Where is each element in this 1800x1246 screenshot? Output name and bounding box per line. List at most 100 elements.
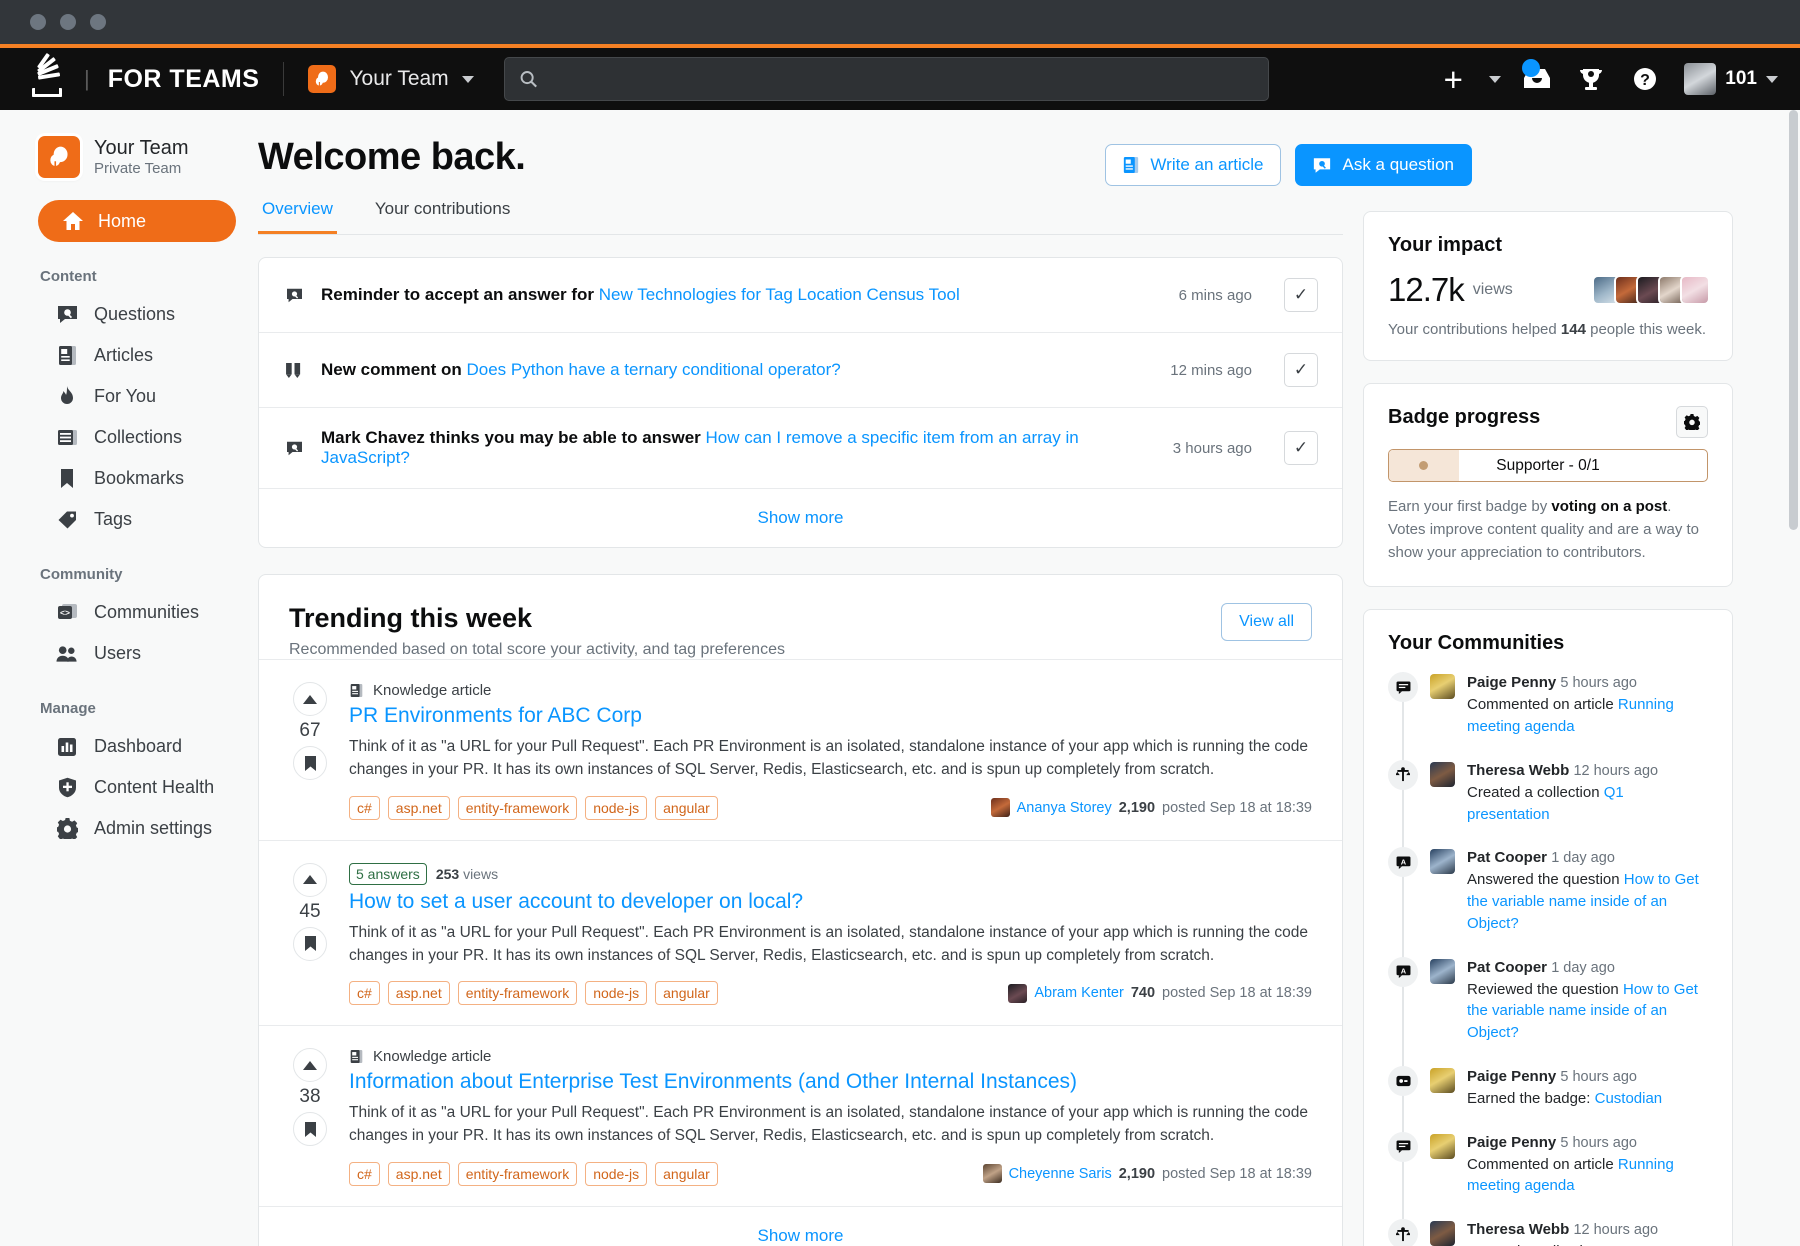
feed-author: Pat Cooper bbox=[1467, 959, 1547, 976]
sidebar-team-header[interactable]: Your Team Private Team bbox=[0, 136, 258, 178]
notifications-show-more[interactable]: Show more bbox=[259, 489, 1342, 547]
author-name[interactable]: Cheyenne Saris bbox=[1009, 1166, 1112, 1182]
author-name[interactable]: Abram Kenter bbox=[1034, 985, 1123, 1001]
feed-item[interactable]: Paige Penny 5 hours ago Commented on art… bbox=[1388, 661, 1708, 749]
inbox-button[interactable] bbox=[1510, 56, 1564, 102]
feed-item[interactable]: Theresa Webb 12 hours ago Created a coll… bbox=[1388, 749, 1708, 837]
sidebar-item-communities[interactable]: <> Communities bbox=[0, 592, 258, 633]
sidebar-item-tags[interactable]: Tags bbox=[0, 499, 258, 540]
sidebar-item-admin-settings[interactable]: Admin settings bbox=[0, 808, 258, 849]
notification-link[interactable]: New Technologies for Tag Location Census… bbox=[599, 285, 960, 304]
create-button[interactable]: + bbox=[1426, 56, 1480, 102]
sidebar-item-collections[interactable]: Collections bbox=[0, 417, 258, 458]
scrollbar-thumb[interactable] bbox=[1789, 110, 1798, 530]
trending-show-more[interactable]: Show more bbox=[259, 1206, 1342, 1246]
tag[interactable]: angular bbox=[655, 1162, 718, 1186]
user-menu[interactable]: 101 bbox=[1684, 63, 1778, 95]
upvote-button[interactable] bbox=[293, 863, 327, 897]
tag[interactable]: node-js bbox=[585, 1162, 647, 1186]
feed-item[interactable]: Theresa Webb 12 hours ago Created a coll… bbox=[1388, 1208, 1708, 1246]
sidebar-item-for-you[interactable]: For You bbox=[0, 376, 258, 417]
feed-author: Pat Cooper bbox=[1467, 849, 1547, 866]
window-minimize-dot[interactable] bbox=[60, 14, 76, 30]
post-kind-label: Knowledge article bbox=[373, 682, 491, 699]
tag[interactable]: asp.net bbox=[388, 796, 450, 820]
feed-time: 5 hours ago bbox=[1560, 675, 1637, 691]
window-close-dot[interactable] bbox=[30, 14, 46, 30]
tag[interactable]: entity-framework bbox=[458, 981, 577, 1005]
tag-list: c# asp.net entity-framework node-js angu… bbox=[349, 981, 718, 1005]
dismiss-notification-button[interactable]: ✓ bbox=[1284, 431, 1318, 465]
team-switcher[interactable]: Your Team bbox=[308, 65, 473, 93]
feed-link[interactable]: Custodian bbox=[1595, 1090, 1663, 1107]
bookmark-button[interactable] bbox=[293, 927, 327, 961]
view-all-button[interactable]: View all bbox=[1221, 603, 1312, 641]
left-sidebar: Your Team Private Team Home Content Ques… bbox=[0, 110, 258, 1246]
avatar bbox=[983, 1164, 1002, 1183]
right-sidebar: Your impact 12.7k views Your c bbox=[1363, 136, 1733, 1246]
post-item: 67 Knowledge article bbox=[259, 659, 1342, 840]
write-article-button[interactable]: Write an article bbox=[1105, 144, 1281, 186]
feed-item[interactable]: Paige Penny 5 hours ago Commented on art… bbox=[1388, 1121, 1708, 1209]
post-timestamp: posted Sep 18 at 18:39 bbox=[1162, 800, 1312, 816]
upvote-button[interactable] bbox=[293, 1048, 327, 1082]
tag[interactable]: asp.net bbox=[388, 981, 450, 1005]
sidebar-item-content-health[interactable]: Content Health bbox=[0, 767, 258, 808]
sidebar-group-title: Manage bbox=[0, 700, 258, 717]
sidebar-item-users[interactable]: Users bbox=[0, 633, 258, 674]
sidebar-item-dashboard[interactable]: Dashboard bbox=[0, 726, 258, 767]
search-box[interactable] bbox=[504, 57, 1269, 101]
avatar bbox=[1430, 849, 1455, 874]
ask-question-button[interactable]: Ask a question bbox=[1295, 144, 1472, 186]
dismiss-notification-button[interactable]: ✓ bbox=[1284, 353, 1318, 387]
help-button[interactable]: ? bbox=[1618, 56, 1672, 102]
sidebar-item-bookmarks[interactable]: Bookmarks bbox=[0, 458, 258, 499]
tag[interactable]: angular bbox=[655, 796, 718, 820]
post-title[interactable]: PR Environments for ABC Corp bbox=[349, 704, 1312, 728]
badge-progress-bar[interactable]: Supporter - 0/1 bbox=[1388, 449, 1708, 482]
tag[interactable]: angular bbox=[655, 981, 718, 1005]
dismiss-notification-button[interactable]: ✓ bbox=[1284, 278, 1318, 312]
bookmark-button[interactable] bbox=[293, 1112, 327, 1146]
tag[interactable]: asp.net bbox=[388, 1162, 450, 1186]
stackoverflow-logo[interactable]: | FOR TEAMS bbox=[30, 61, 259, 97]
tag[interactable]: entity-framework bbox=[458, 1162, 577, 1186]
search-input[interactable] bbox=[550, 69, 1254, 89]
feed-item[interactable]: A Pat Cooper 1 day ago Answered the ques… bbox=[1388, 836, 1708, 945]
tag[interactable]: c# bbox=[349, 981, 380, 1005]
window-maximize-dot[interactable] bbox=[90, 14, 106, 30]
achievements-button[interactable] bbox=[1564, 56, 1618, 102]
sidebar-team-subtitle: Private Team bbox=[94, 160, 189, 177]
tag[interactable]: node-js bbox=[585, 981, 647, 1005]
page-scrollbar[interactable] bbox=[1789, 110, 1798, 1210]
facepile bbox=[1598, 277, 1708, 303]
feed-item[interactable]: A Pat Cooper 1 day ago Reviewed the ques… bbox=[1388, 946, 1708, 1055]
team-name: Your Team bbox=[349, 67, 448, 91]
tag[interactable]: entity-framework bbox=[458, 796, 577, 820]
post-title[interactable]: Information about Enterprise Test Enviro… bbox=[349, 1070, 1312, 1094]
notification-row[interactable]: Mark Chavez thinks you may be able to an… bbox=[259, 408, 1342, 489]
trending-subtitle: Recommended based on total score your ac… bbox=[289, 641, 785, 659]
upvote-button[interactable] bbox=[293, 682, 327, 716]
tag[interactable]: node-js bbox=[585, 796, 647, 820]
tab-your-contributions[interactable]: Your contributions bbox=[371, 199, 514, 234]
badge-settings-button[interactable] bbox=[1676, 406, 1708, 438]
post-title[interactable]: How to set a user account to developer o… bbox=[349, 890, 1312, 914]
question-icon bbox=[56, 304, 78, 326]
feed-item[interactable]: Paige Penny 5 hours ago Earned the badge… bbox=[1388, 1055, 1708, 1121]
tag[interactable]: c# bbox=[349, 1162, 380, 1186]
notification-link[interactable]: Does Python have a ternary conditional o… bbox=[466, 360, 840, 379]
create-dropdown[interactable] bbox=[1480, 56, 1510, 102]
author-name[interactable]: Ananya Storey bbox=[1017, 800, 1112, 816]
tag[interactable]: c# bbox=[349, 796, 380, 820]
sidebar-item-articles[interactable]: Articles bbox=[0, 335, 258, 376]
sidebar-item-questions[interactable]: Questions bbox=[0, 294, 258, 335]
notification-row[interactable]: Reminder to accept an answer for New Tec… bbox=[259, 258, 1342, 333]
badge-progress-card: Badge progress Supporter - 0/1 Earn your… bbox=[1363, 383, 1733, 587]
post-excerpt: Think of it as "a URL for your Pull Requ… bbox=[349, 1101, 1312, 1148]
sidebar-item-label: For You bbox=[94, 386, 156, 407]
sidebar-item-home[interactable]: Home bbox=[38, 200, 236, 242]
tab-overview[interactable]: Overview bbox=[258, 199, 337, 234]
bookmark-button[interactable] bbox=[293, 746, 327, 780]
notification-row[interactable]: New comment on Does Python have a ternar… bbox=[259, 333, 1342, 408]
